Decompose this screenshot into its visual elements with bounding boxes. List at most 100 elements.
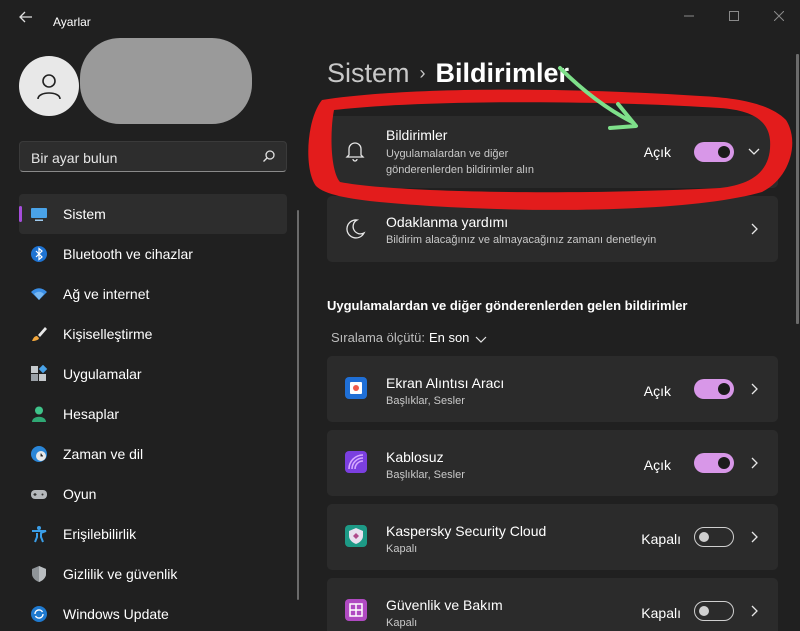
app-toggle[interactable] xyxy=(694,527,734,547)
accessibility-icon xyxy=(32,526,47,543)
kaspersky-icon xyxy=(345,525,367,547)
maximize-icon xyxy=(729,11,739,21)
sidebar-item-label: Gizlilik ve güvenlik xyxy=(63,566,178,582)
app-notification-row[interactable]: Ekran Alıntısı Aracı Başlıklar, Sesler A… xyxy=(327,356,778,422)
toggle-knob xyxy=(699,606,709,616)
app-detail: Kapalı xyxy=(386,617,418,629)
app-name: Ekran Alıntısı Aracı xyxy=(386,375,505,391)
green-arrow xyxy=(558,66,634,124)
brush-icon xyxy=(32,327,47,341)
sidebar-item-privacy[interactable]: Gizlilik ve güvenlik xyxy=(19,554,287,594)
app-name: Kablosuz xyxy=(386,449,444,465)
sidebar-item-label: Erişilebilirlik xyxy=(63,526,137,542)
person-icon xyxy=(32,406,46,422)
app-title: Ayarlar xyxy=(53,15,91,29)
security-maintenance-icon xyxy=(345,599,367,621)
app-notification-row[interactable]: Kablosuz Başlıklar, Sesler Açık xyxy=(327,430,778,496)
sort-dropdown[interactable]: Sıralama ölçütü: En son xyxy=(331,330,487,345)
update-icon xyxy=(31,606,47,622)
sidebar-scrollbar[interactable] xyxy=(297,210,299,600)
focus-assist-title: Odaklanma yardımı xyxy=(386,214,509,230)
sidebar-nav: Sistem Bluetooth ve cihazlar Ağ ve inter… xyxy=(19,194,287,631)
close-button[interactable] xyxy=(764,6,794,26)
sidebar-item-label: Bluetooth ve cihazlar xyxy=(63,246,193,262)
search-placeholder: Bir ayar bulun xyxy=(31,150,118,166)
sidebar-item-label: Sistem xyxy=(63,206,106,222)
avatar[interactable] xyxy=(19,56,79,116)
notifications-subtitle-line1: Uygulamalardan ve diğer xyxy=(386,148,509,160)
sidebar-item-gaming[interactable]: Oyun xyxy=(19,474,287,514)
search-icon xyxy=(263,150,275,162)
sidebar-item-windows-update[interactable]: Windows Update xyxy=(19,594,287,631)
sort-value: En son xyxy=(428,330,470,345)
app-state: Açık xyxy=(643,457,671,473)
bluetooth-icon xyxy=(31,246,47,262)
app-name: Güvenlik ve Bakım xyxy=(386,597,503,613)
search-input[interactable]: Bir ayar bulun xyxy=(19,141,287,172)
notifications-setting-card[interactable]: Bildirimler Uygulamalardan ve diğer gönd… xyxy=(327,116,778,188)
toggle-knob xyxy=(718,383,730,395)
chevron-down-icon xyxy=(475,336,487,343)
notifications-state: Açık xyxy=(643,144,671,160)
sidebar-item-personalization[interactable]: Kişiselleştirme xyxy=(19,314,287,354)
chevron-right-icon[interactable] xyxy=(747,222,761,236)
snipping-tool-icon xyxy=(345,377,367,399)
app-notification-row[interactable]: Kaspersky Security Cloud Kapalı Kapalı xyxy=(327,504,778,570)
breadcrumb: Sistem › Bildirimler xyxy=(327,58,569,89)
sidebar-item-bluetooth[interactable]: Bluetooth ve cihazlar xyxy=(19,234,287,274)
focus-assist-card[interactable]: Odaklanma yardımı Bildirim alacağınız ve… xyxy=(327,196,778,262)
sidebar-item-label: Kişiselleştirme xyxy=(63,326,153,342)
notifications-toggle[interactable] xyxy=(694,142,734,162)
sidebar-item-sistem[interactable]: Sistem xyxy=(19,194,287,234)
breadcrumb-parent[interactable]: Sistem xyxy=(327,58,410,88)
minimize-button[interactable] xyxy=(674,6,704,26)
notifications-subtitle-line2: gönderenlerden bildirimler alın xyxy=(386,164,534,176)
globe-clock-icon xyxy=(31,446,47,462)
sidebar-item-time-language[interactable]: Zaman ve dil xyxy=(19,434,287,474)
notifications-title: Bildirimler xyxy=(386,127,448,143)
sidebar-item-accounts[interactable]: Hesaplar xyxy=(19,394,287,434)
app-toggle[interactable] xyxy=(694,601,734,621)
app-name: Kaspersky Security Cloud xyxy=(386,523,547,539)
sidebar-item-label: Uygulamalar xyxy=(63,366,142,382)
close-icon xyxy=(774,11,784,21)
chevron-right-icon[interactable] xyxy=(747,456,761,470)
page-title: Bildirimler xyxy=(435,58,570,88)
toggle-knob xyxy=(718,146,730,158)
back-button[interactable] xyxy=(14,8,38,26)
sidebar-item-accessibility[interactable]: Erişilebilirlik xyxy=(19,514,287,554)
maximize-button[interactable] xyxy=(719,6,749,26)
gamepad-icon xyxy=(31,490,47,499)
chevron-right-icon[interactable] xyxy=(747,530,761,544)
app-state: Kapalı xyxy=(641,605,681,621)
app-notification-row[interactable]: Güvenlik ve Bakım Kapalı Kapalı xyxy=(327,578,778,631)
app-detail: Başlıklar, Sesler xyxy=(386,469,465,481)
sidebar-item-label: Zaman ve dil xyxy=(63,446,144,462)
wifi-icon xyxy=(31,288,47,300)
person-icon xyxy=(37,74,61,100)
chevron-down-icon[interactable] xyxy=(747,145,761,159)
focus-assist-subtitle: Bildirim alacağınız ve almayacağınız zam… xyxy=(386,234,657,246)
shield-icon xyxy=(32,566,46,582)
app-state: Açık xyxy=(643,383,671,399)
app-detail: Başlıklar, Sesler xyxy=(386,395,465,407)
sidebar-item-apps[interactable]: Uygulamalar xyxy=(19,354,287,394)
title-bar: Ayarlar xyxy=(0,0,800,32)
monitor-icon xyxy=(31,208,47,221)
arrow-left-icon xyxy=(19,11,32,23)
app-toggle[interactable] xyxy=(694,453,734,473)
sidebar-item-network[interactable]: Ağ ve internet xyxy=(19,274,287,314)
chevron-right-icon[interactable] xyxy=(747,382,761,396)
app-state: Kapalı xyxy=(641,531,681,547)
apps-icon xyxy=(31,365,48,381)
breadcrumb-separator: › xyxy=(419,63,426,83)
bell-icon xyxy=(345,142,365,162)
main-scrollbar[interactable] xyxy=(796,54,799,324)
app-detail: Kapalı xyxy=(386,543,418,555)
chevron-right-icon[interactable] xyxy=(747,604,761,618)
sidebar-item-label: Ağ ve internet xyxy=(63,286,150,302)
moon-icon xyxy=(346,219,366,239)
redacted-account-name xyxy=(80,38,252,124)
app-toggle[interactable] xyxy=(694,379,734,399)
toggle-knob xyxy=(699,532,709,542)
